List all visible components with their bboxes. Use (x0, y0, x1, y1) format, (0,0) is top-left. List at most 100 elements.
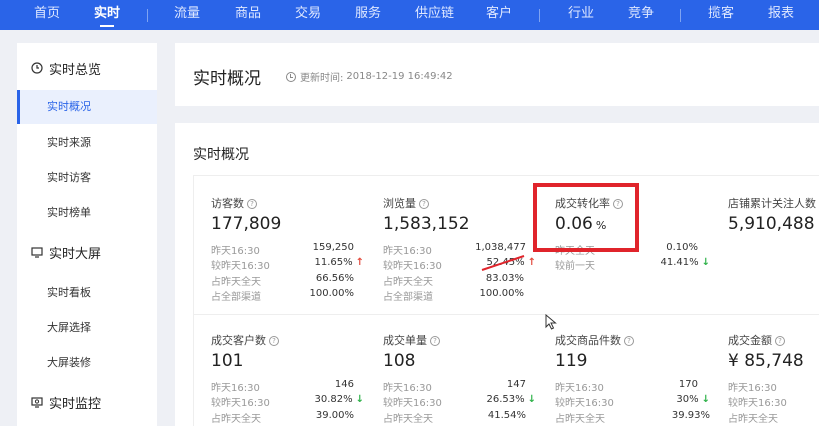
sidebar: 实时总览 实时概况 实时来源 实时访客 实时榜单 实时大屏 实时看板 大屏选择 … (17, 43, 157, 426)
row-value: 100.00% (309, 288, 355, 299)
nav-supply-chain[interactable]: 供应链 (415, 0, 454, 30)
nav-customers[interactable]: 客户 (486, 0, 512, 30)
sidebar-item-realtime-overview[interactable]: 实时概况 (17, 90, 157, 124)
help-icon[interactable]: ? (430, 336, 440, 346)
row-label: 占昨天全天 (211, 414, 261, 425)
row-value: 83.03% (485, 273, 524, 284)
update-time-prefix: 更新时间: (300, 73, 344, 84)
row-label: 昨天16:30 (211, 246, 260, 257)
sidebar-group-label: 实时总览 (49, 62, 102, 78)
row-label: 昨天16:30 (383, 246, 432, 257)
row-label: 占昨天全天 (383, 414, 433, 425)
sidebar-group-big-screen[interactable]: 实时大屏 (17, 234, 157, 270)
sidebar-group-realtime-monitor[interactable]: 实时监控 (17, 384, 157, 420)
arrow-up-icon: ↑ (355, 257, 364, 268)
nav-realtime[interactable]: 实时 (94, 0, 120, 30)
monitor-watch-icon (31, 397, 43, 408)
arrow-down-icon: ↓ (701, 394, 710, 405)
clock-icon (286, 71, 296, 82)
metric-value: 119 (555, 351, 588, 371)
metric-label: 成交单量? (383, 332, 440, 348)
metric-value: ¥ 85,748 (728, 351, 804, 371)
row-value: 147 (506, 379, 526, 390)
red-annotation-stroke (481, 255, 525, 271)
sidebar-item-realtime-visitors[interactable]: 实时访客 (17, 161, 157, 195)
sidebar-item-screen-decorate[interactable]: 大屏装修 (17, 346, 157, 380)
top-nav: 首页 实时 流量 商品 交易 服务 供应链 客户 行业 竞争 揽客 报表 (0, 0, 819, 30)
nav-industry[interactable]: 行业 (568, 0, 594, 30)
row-value: 11.65% ↑ (314, 257, 364, 268)
update-time: 更新时间: 2018-12-19 16:49:42 (286, 69, 453, 84)
row-value: 39.93% (671, 410, 710, 421)
arrow-up-icon: ↑ (527, 257, 536, 268)
arrow-down-icon: ↓ (527, 394, 536, 405)
page-title: 实时概况 (193, 69, 261, 89)
row-label: 较昨天16:30 (383, 261, 442, 272)
metric-label: 店铺累计关注人数? (728, 197, 816, 210)
nav-separator (147, 9, 148, 22)
row-value: 1,038,477 (475, 242, 526, 253)
sidebar-group-label: 实时监控 (49, 396, 102, 412)
help-icon[interactable]: ? (775, 336, 785, 346)
row-label: 占全部渠道 (383, 292, 433, 303)
nav-separator (680, 9, 681, 22)
metric-label: 成交金额? (728, 332, 785, 348)
mouse-cursor-icon (545, 314, 557, 330)
metric-label: 成交客户数? (211, 332, 279, 348)
nav-reports[interactable]: 报表 (768, 0, 794, 30)
row-label: 昨天16:30 (383, 383, 432, 394)
sidebar-item-realtime-ranking[interactable]: 实时榜单 (17, 196, 157, 230)
row-value: 159,250 (312, 242, 354, 253)
row-value: 146 (334, 379, 354, 390)
sidebar-item-realtime-source[interactable]: 实时来源 (17, 126, 157, 160)
clock-icon (31, 62, 43, 74)
nav-home[interactable]: 首页 (34, 0, 60, 30)
sidebar-item-screen-select[interactable]: 大屏选择 (17, 311, 157, 345)
highlight-annotation-box (533, 183, 639, 252)
page-header: 实时概况 更新时间: 2018-12-19 16:49:42 (175, 43, 819, 106)
row-label: 较昨天16:30 (728, 398, 787, 409)
row-value: 39.00% (315, 410, 354, 421)
nav-trade[interactable]: 交易 (295, 0, 321, 30)
metric-label: 成交商品件数? (555, 332, 634, 348)
nav-competition[interactable]: 竞争 (628, 0, 654, 30)
nav-service[interactable]: 服务 (355, 0, 381, 30)
metric-value: 101 (211, 351, 244, 371)
row-label: 占昨天全天 (728, 414, 778, 425)
sidebar-item-realtime-board[interactable]: 实时看板 (17, 276, 157, 310)
nav-products[interactable]: 商品 (235, 0, 261, 30)
help-icon[interactable]: ? (624, 336, 634, 346)
row-label: 较昨天16:30 (211, 261, 270, 272)
nav-lanke[interactable]: 揽客 (708, 0, 734, 30)
metric-label: 访客数? (211, 195, 257, 211)
row-value: 30% ↓ (676, 394, 710, 405)
nav-traffic[interactable]: 流量 (174, 0, 200, 30)
help-icon[interactable]: ? (419, 199, 429, 209)
row-label: 昨天16:30 (211, 383, 260, 394)
sidebar-group-realtime-overview[interactable]: 实时总览 (17, 50, 157, 86)
row-value: 100.00% (479, 288, 525, 299)
arrow-down-icon: ↓ (355, 394, 364, 405)
row-label: 占昨天全天 (555, 414, 605, 425)
help-icon[interactable]: ? (269, 336, 279, 346)
metric-value: 108 (383, 351, 416, 371)
row-value: 41.54% (487, 410, 526, 421)
metric-value: 1,583,152 (383, 214, 470, 234)
row-value: 30.82% ↓ (314, 394, 364, 405)
row-label: 较昨天16:30 (383, 398, 442, 409)
monitor-icon (31, 247, 43, 258)
row-divider (193, 314, 819, 315)
metric-value: 5,910,488 (728, 214, 815, 234)
sidebar-group-label: 实时大屏 (49, 246, 102, 262)
help-icon[interactable]: ? (247, 199, 257, 209)
metric-value: 177,809 (211, 214, 282, 234)
row-value: 0.10% (666, 242, 698, 253)
row-label: 占昨天全天 (383, 277, 433, 288)
row-label: 较昨天16:30 (211, 398, 270, 409)
row-label: 昨天16:30 (555, 383, 604, 394)
row-value: 41.41% ↓ (660, 257, 710, 268)
nav-separator (539, 9, 540, 22)
row-label: 占全部渠道 (211, 292, 261, 303)
arrow-down-icon: ↓ (701, 257, 710, 268)
row-label: 较前一天 (555, 261, 595, 272)
